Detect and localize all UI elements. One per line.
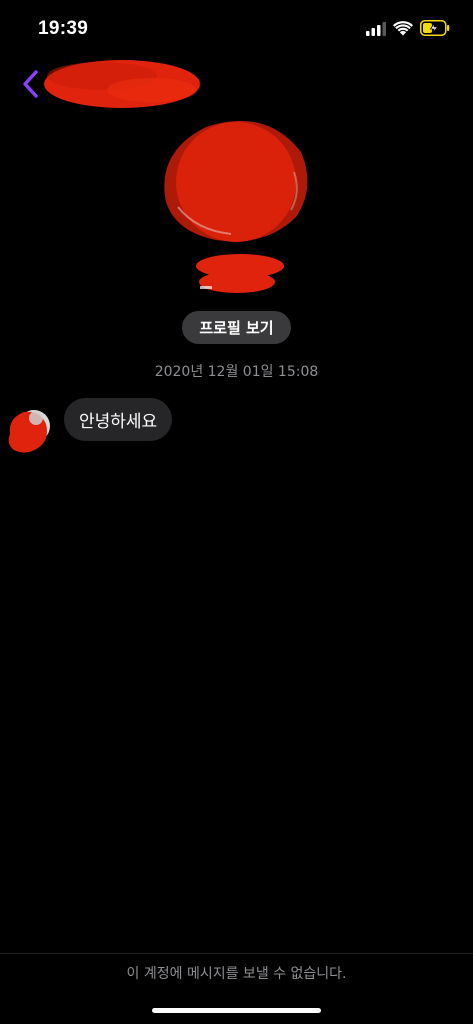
message-text: 안녕하세요 [79, 412, 158, 432]
cellular-signal-icon [366, 22, 386, 36]
message-timestamp: 2020년 12월 01일 15:08 [154, 364, 319, 380]
back-button[interactable] [18, 68, 44, 100]
redacted-username [44, 60, 200, 108]
home-indicator[interactable] [152, 1008, 321, 1013]
status-time: 19:39 [38, 18, 89, 39]
message-bubble[interactable]: 안녕하세요 [64, 398, 173, 441]
battery-charging-icon [420, 20, 450, 36]
view-profile-label: 프로필 보기 [199, 319, 274, 337]
footer-divider [0, 953, 473, 954]
sender-avatar[interactable] [6, 404, 52, 456]
chevron-left-icon [23, 70, 38, 98]
redacted-profile-name [196, 254, 284, 293]
wifi-icon [393, 21, 413, 36]
cannot-message-notice: 이 계정에 메시지를 보낼 수 없습니다. [126, 966, 347, 982]
profile-avatar[interactable] [156, 112, 316, 252]
view-profile-button[interactable]: 프로필 보기 [182, 311, 291, 344]
status-bar: 19:39 [0, 0, 473, 54]
